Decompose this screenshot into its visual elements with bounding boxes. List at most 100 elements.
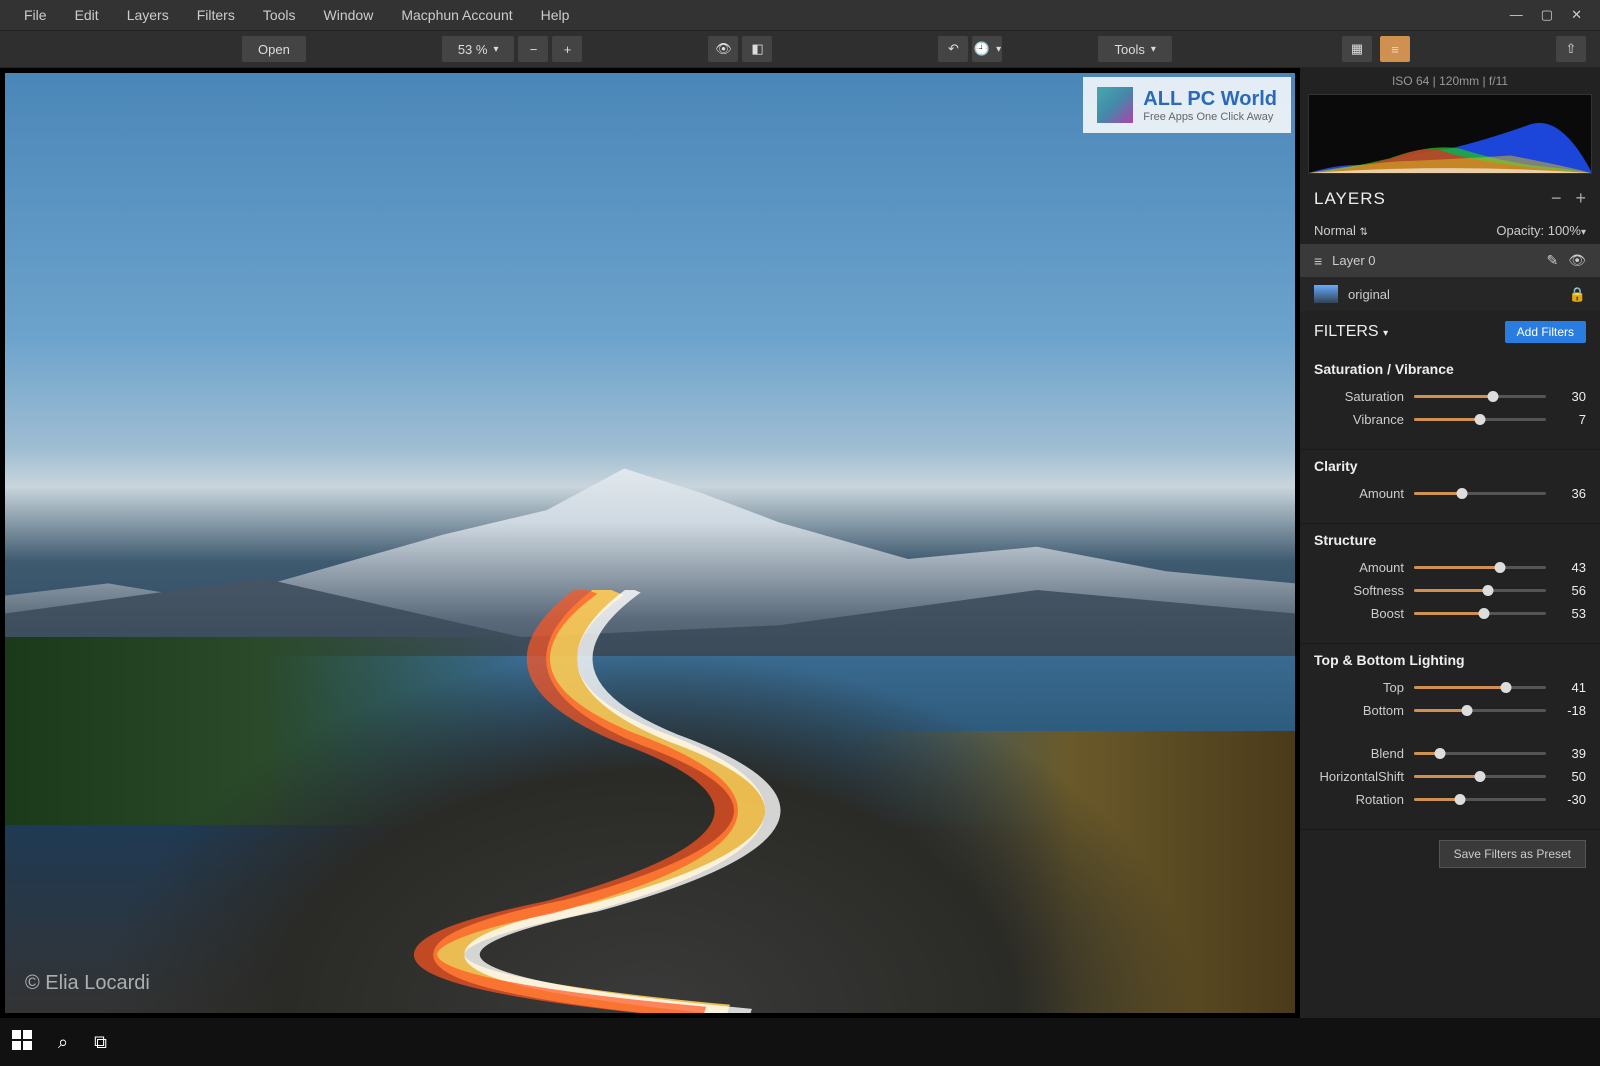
filter-group-structure: Structure Amount 43 Softness 56 Boost 53	[1300, 524, 1600, 644]
sliders-icon: ≡	[1314, 253, 1322, 269]
export-button[interactable]: ⇧	[1556, 36, 1586, 62]
eye-icon[interactable]: 👁	[1568, 252, 1586, 269]
window-close-icon[interactable]: ✕	[1571, 7, 1582, 23]
right-panel: ISO 64 | 120mm | f/11 LAYERS − + Norm	[1300, 68, 1600, 1018]
blend-mode-dropdown[interactable]: Normal ⇅	[1314, 223, 1368, 238]
app-window: File Edit Layers Filters Tools Window Ma…	[0, 0, 1600, 1018]
filters-view-button[interactable]: ≡	[1380, 36, 1410, 62]
slider-value: 43	[1556, 560, 1586, 575]
zoom-out-button[interactable]: −	[518, 36, 548, 62]
slider-track[interactable]	[1414, 686, 1546, 689]
menu-file[interactable]: File	[10, 7, 61, 23]
layer-name: original	[1348, 287, 1390, 302]
histogram[interactable]	[1308, 94, 1592, 174]
export-icon: ⇧	[1566, 41, 1577, 57]
slider-value: 50	[1556, 769, 1586, 784]
slider-track[interactable]	[1414, 709, 1546, 712]
slider-bottom: Bottom -18	[1314, 703, 1586, 718]
search-icon[interactable]: ⌕	[58, 1032, 68, 1053]
open-button[interactable]: Open	[242, 36, 306, 62]
updown-icon: ⇅	[1360, 227, 1368, 238]
slider-value: 7	[1556, 412, 1586, 427]
tools-dropdown[interactable]: Tools▾	[1098, 36, 1171, 62]
window-minimize-icon[interactable]: —	[1510, 7, 1523, 23]
slider-track[interactable]	[1414, 492, 1546, 495]
preview-eye-button[interactable]: 👁	[708, 36, 738, 62]
chevron-down-icon: ▾	[1581, 227, 1586, 238]
image-credit: © Elia Locardi	[25, 972, 150, 995]
save-preset-area: Save Filters as Preset	[1300, 830, 1600, 878]
slider-track[interactable]	[1414, 395, 1546, 398]
slider-structure-amount: Amount 43	[1314, 560, 1586, 575]
menu-help[interactable]: Help	[527, 7, 584, 23]
slider-label: Saturation	[1314, 389, 1404, 404]
main-area: © Elia Locardi ALL PC World Free Apps On…	[0, 68, 1600, 1018]
zoom-in-button[interactable]: +	[552, 36, 582, 62]
menu-account[interactable]: Macphun Account	[387, 7, 526, 23]
layers-collapse-icon[interactable]: −	[1551, 188, 1562, 209]
slider-value: 36	[1556, 486, 1586, 501]
history-button[interactable]: 🕘▾	[972, 36, 1002, 62]
zoom-value: 53 %	[458, 42, 488, 57]
zoom-dropdown[interactable]: 53 % ▾	[442, 36, 515, 62]
image-metadata: ISO 64 | 120mm | f/11	[1300, 68, 1600, 94]
slider-label: HorizontalShift	[1314, 769, 1404, 784]
compare-button[interactable]: ◧	[742, 36, 772, 62]
save-preset-button[interactable]: Save Filters as Preset	[1439, 840, 1586, 868]
menu-window[interactable]: Window	[310, 7, 388, 23]
slider-label: Boost	[1314, 606, 1404, 621]
undo-icon: ↶	[948, 41, 959, 57]
slider-value: 41	[1556, 680, 1586, 695]
menu-tools[interactable]: Tools	[249, 7, 310, 23]
slider-label: Blend	[1314, 746, 1404, 761]
chevron-down-icon: ▾	[493, 44, 498, 55]
filter-title: Top & Bottom Lighting	[1314, 652, 1586, 668]
layer-row-layer0[interactable]: ≡ Layer 0 ✎ 👁	[1300, 244, 1600, 277]
slider-track[interactable]	[1414, 798, 1546, 801]
slider-hshift: HorizontalShift 50	[1314, 769, 1586, 784]
slider-structure-boost: Boost 53	[1314, 606, 1586, 621]
layer-name: Layer 0	[1332, 253, 1375, 268]
menubar: File Edit Layers Filters Tools Window Ma…	[0, 0, 1600, 30]
windows-taskbar: ⌕ ⧉	[0, 1018, 1600, 1066]
start-button[interactable]	[12, 1030, 32, 1055]
slider-track[interactable]	[1414, 775, 1546, 778]
slider-label: Softness	[1314, 583, 1404, 598]
slider-label: Top	[1314, 680, 1404, 695]
menu-layers[interactable]: Layers	[113, 7, 183, 23]
sliders-icon: ≡	[1391, 42, 1399, 57]
menu-edit[interactable]: Edit	[61, 7, 113, 23]
menu-filters[interactable]: Filters	[183, 7, 249, 23]
slider-track[interactable]	[1414, 589, 1546, 592]
lock-icon: 🔒	[1569, 286, 1586, 303]
filter-title: Structure	[1314, 532, 1586, 548]
layers-title: LAYERS	[1314, 189, 1386, 209]
canvas-wrap: © Elia Locardi ALL PC World Free Apps On…	[0, 68, 1300, 1018]
slider-track[interactable]	[1414, 566, 1546, 569]
slider-rotation: Rotation -30	[1314, 792, 1586, 807]
window-maximize-icon[interactable]: ▢	[1541, 7, 1553, 23]
layers-add-icon[interactable]: +	[1575, 188, 1586, 209]
opacity-control[interactable]: Opacity: 100%▾	[1496, 223, 1586, 238]
opacity-value: 100%	[1548, 223, 1581, 238]
layer-row-original[interactable]: original 🔒	[1300, 277, 1600, 311]
slider-saturation: Saturation 30	[1314, 389, 1586, 404]
compare-icon: ◧	[751, 41, 763, 57]
brush-icon[interactable]: ✎	[1546, 252, 1558, 269]
slider-value: -18	[1556, 703, 1586, 718]
slider-track[interactable]	[1414, 612, 1546, 615]
slider-track[interactable]	[1414, 752, 1546, 755]
grid-icon: ▦	[1351, 41, 1363, 57]
undo-button[interactable]: ↶	[938, 36, 968, 62]
filters-title[interactable]: FILTERS ▾	[1314, 323, 1388, 341]
task-view-icon[interactable]: ⧉	[94, 1032, 107, 1053]
image-canvas[interactable]: © Elia Locardi ALL PC World Free Apps On…	[5, 73, 1295, 1013]
watermark-subtitle: Free Apps One Click Away	[1143, 111, 1277, 123]
slider-clarity-amount: Amount 36	[1314, 486, 1586, 501]
slider-track[interactable]	[1414, 418, 1546, 421]
presets-view-button[interactable]: ▦	[1342, 36, 1372, 62]
add-filters-button[interactable]: Add Filters	[1505, 321, 1586, 343]
filter-title: Saturation / Vibrance	[1314, 361, 1586, 377]
eye-icon: 👁	[715, 41, 732, 57]
slider-value: 39	[1556, 746, 1586, 761]
